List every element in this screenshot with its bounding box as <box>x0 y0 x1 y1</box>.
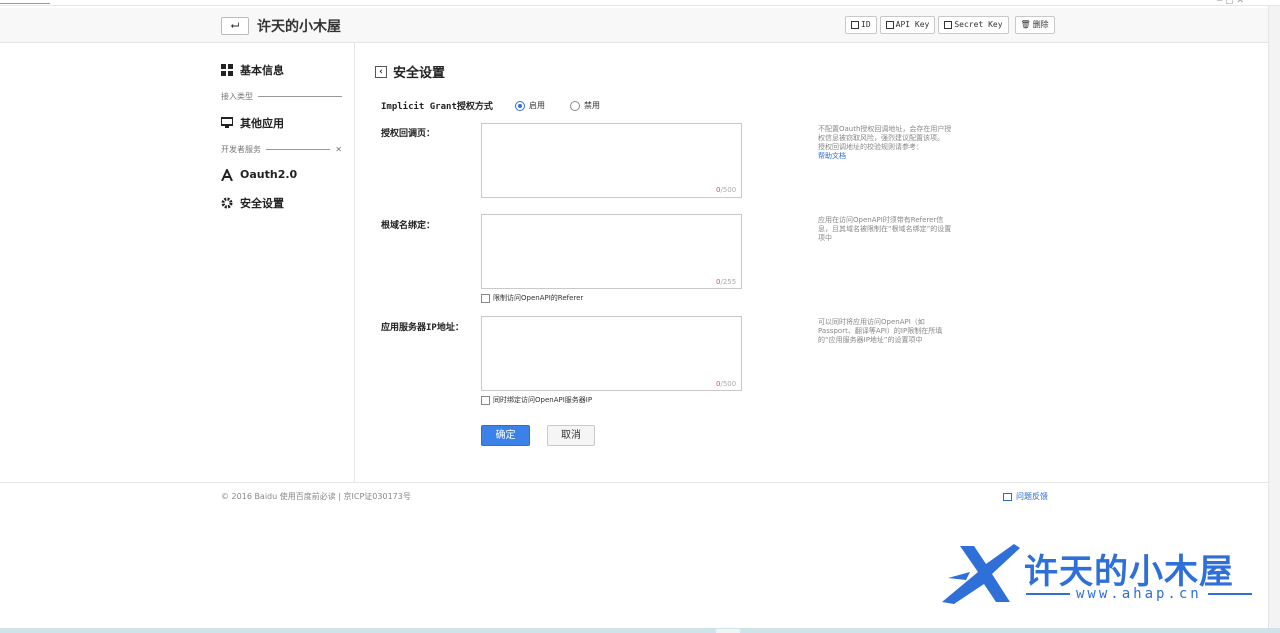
help-doc-link[interactable]: 帮助文档 <box>818 152 953 161</box>
radio-unchecked-icon <box>570 100 580 111</box>
watermark: 许天的小木屋 www.ahap.cn <box>940 540 1260 610</box>
vertical-scrollbar[interactable] <box>1268 6 1280 628</box>
domain-textarea[interactable] <box>481 214 742 289</box>
feedback-icon <box>1003 492 1012 501</box>
watermark-url-text: www.ahap.cn <box>1076 586 1202 602</box>
gear-icon <box>221 197 233 209</box>
trash-icon: 🗑 <box>1020 20 1031 29</box>
divider <box>1207 593 1252 595</box>
api-key-button-label: API Key <box>895 20 930 29</box>
callback-hint: 不配置Oauth授权回调地址，会存在用户授权信息被窃取风险，强烈建议配置该项。 … <box>818 125 953 161</box>
server-ip-checkbox[interactable]: 同时绑定访问OpenAPI服务器IP <box>481 395 592 405</box>
feedback-link[interactable]: 问题反馈 <box>1003 491 1048 502</box>
confirm-button[interactable]: 确定 <box>481 425 530 446</box>
copy-icon <box>851 21 859 29</box>
api-key-button[interactable]: API Key <box>879 16 936 34</box>
hint-text-2: 授权回调地址的校验规则请参考： <box>818 143 923 151</box>
feedback-label: 问题反馈 <box>1016 492 1048 501</box>
header-buttons: ID API Key Secret Key 🗑 删除 <box>845 16 1055 34</box>
callback-label: 授权回调页： <box>381 129 436 139</box>
radio-checked-icon <box>515 100 525 111</box>
id-button[interactable]: ID <box>845 16 877 34</box>
radio-label: 禁用 <box>584 101 600 110</box>
divider <box>258 96 342 97</box>
app-title: 许天的小木屋 <box>257 19 341 35</box>
divider <box>1026 593 1070 595</box>
server-ip-hint: 可以同时将应用访问OpenAPI（如Passport、翻译等API）的IP限制在… <box>818 318 943 344</box>
divider <box>266 149 331 150</box>
copyright-text: © 2016 Baidu 使用百度前必读 | 京ICP证030173号 <box>221 492 411 501</box>
implicit-enable-radio[interactable]: 启用 <box>515 100 545 111</box>
sidebar-item-label: 其他应用 <box>240 117 284 130</box>
sidebar-group-access: 接入类型 <box>221 91 342 102</box>
browser-top-strip: ━ ▢ ✕ <box>0 0 1280 6</box>
tab-edge <box>0 0 50 4</box>
watermark-logo-icon <box>942 544 1020 604</box>
back-button[interactable]: ⮠ <box>221 17 249 35</box>
sidebar-item-label: Oauth2.0 <box>240 168 298 181</box>
sidebar-group-label: 接入类型 <box>221 92 253 101</box>
copy-icon <box>885 21 894 29</box>
domain-counter: 0/255 <box>716 278 736 286</box>
hint-text: 不配置Oauth授权回调地址，会存在用户授权信息被窃取风险，强烈建议配置该项。 <box>818 125 952 142</box>
delete-button[interactable]: 🗑 删除 <box>1014 16 1055 34</box>
sidebar-item-basic-info[interactable]: 基本信息 <box>221 62 284 78</box>
watermark-url: www.ahap.cn <box>1026 586 1252 602</box>
sidebar-group-dev: 开发者服务 ✕ <box>221 144 342 155</box>
server-ip-textarea[interactable] <box>481 316 742 391</box>
domain-hint: 应用在访问OpenAPI时须带有Referer信息，且其域名被限制在“根域名绑定… <box>818 216 952 242</box>
monitor-icon <box>221 117 233 128</box>
secret-key-button[interactable]: Secret Key <box>938 16 1009 34</box>
sidebar: 基本信息 接入类型 其他应用 开发者服务 ✕ Oauth2.0 安全设置 <box>0 43 355 482</box>
cancel-button[interactable]: 取消 <box>547 425 595 446</box>
char-max: /500 <box>720 380 737 388</box>
callback-textarea[interactable] <box>481 123 742 198</box>
oauth-icon <box>221 168 233 181</box>
window-controls-icon[interactable]: ━ ▢ ✕ <box>1217 0 1244 6</box>
callback-counter: 0/500 <box>716 186 736 194</box>
checkbox-icon <box>481 293 490 303</box>
tools-icon: ✕ <box>335 145 342 154</box>
checkbox-label: 同时绑定访问OpenAPI服务器IP <box>493 396 593 404</box>
server-ip-counter: 0/500 <box>716 380 736 388</box>
page-title-text: 安全设置 <box>393 66 446 81</box>
referer-checkbox[interactable]: 限制访问OpenAPI的Referer <box>481 293 583 303</box>
sidebar-group-label: 开发者服务 <box>221 145 261 154</box>
delete-button-label: 删除 <box>1032 20 1049 29</box>
id-button-label: ID <box>861 20 871 29</box>
page-title: ‹ 安全设置 <box>375 62 445 81</box>
implicit-disable-radio[interactable]: 禁用 <box>570 100 600 111</box>
char-max: /255 <box>720 278 737 286</box>
secret-key-button-label: Secret Key <box>954 20 1003 29</box>
copy-icon <box>944 21 953 29</box>
app-header: ⮠ 许天的小木屋 ID API Key Secret Key 🗑 删除 <box>0 8 1268 43</box>
grid-icon <box>221 64 233 76</box>
sidebar-item-oauth[interactable]: Oauth2.0 <box>221 168 297 181</box>
chevron-left-icon[interactable]: ‹ <box>375 65 387 78</box>
checkbox-icon <box>481 395 490 405</box>
domain-label: 根域名绑定： <box>381 221 436 231</box>
implicit-grant-label: Implicit Grant授权方式 <box>381 102 493 112</box>
scrollbar-thumb[interactable] <box>716 629 740 633</box>
server-ip-label: 应用服务器IP地址： <box>381 323 464 333</box>
sidebar-item-label: 基本信息 <box>240 64 284 77</box>
sidebar-item-other-apps[interactable]: 其他应用 <box>221 115 284 131</box>
footer-divider <box>0 482 1268 483</box>
sidebar-item-label: 安全设置 <box>240 197 284 210</box>
char-max: /500 <box>720 186 737 194</box>
radio-label: 启用 <box>529 101 545 110</box>
sidebar-item-security[interactable]: 安全设置 <box>221 195 284 211</box>
checkbox-label: 限制访问OpenAPI的Referer <box>493 294 584 302</box>
horizontal-scrollbar[interactable] <box>0 628 1280 633</box>
